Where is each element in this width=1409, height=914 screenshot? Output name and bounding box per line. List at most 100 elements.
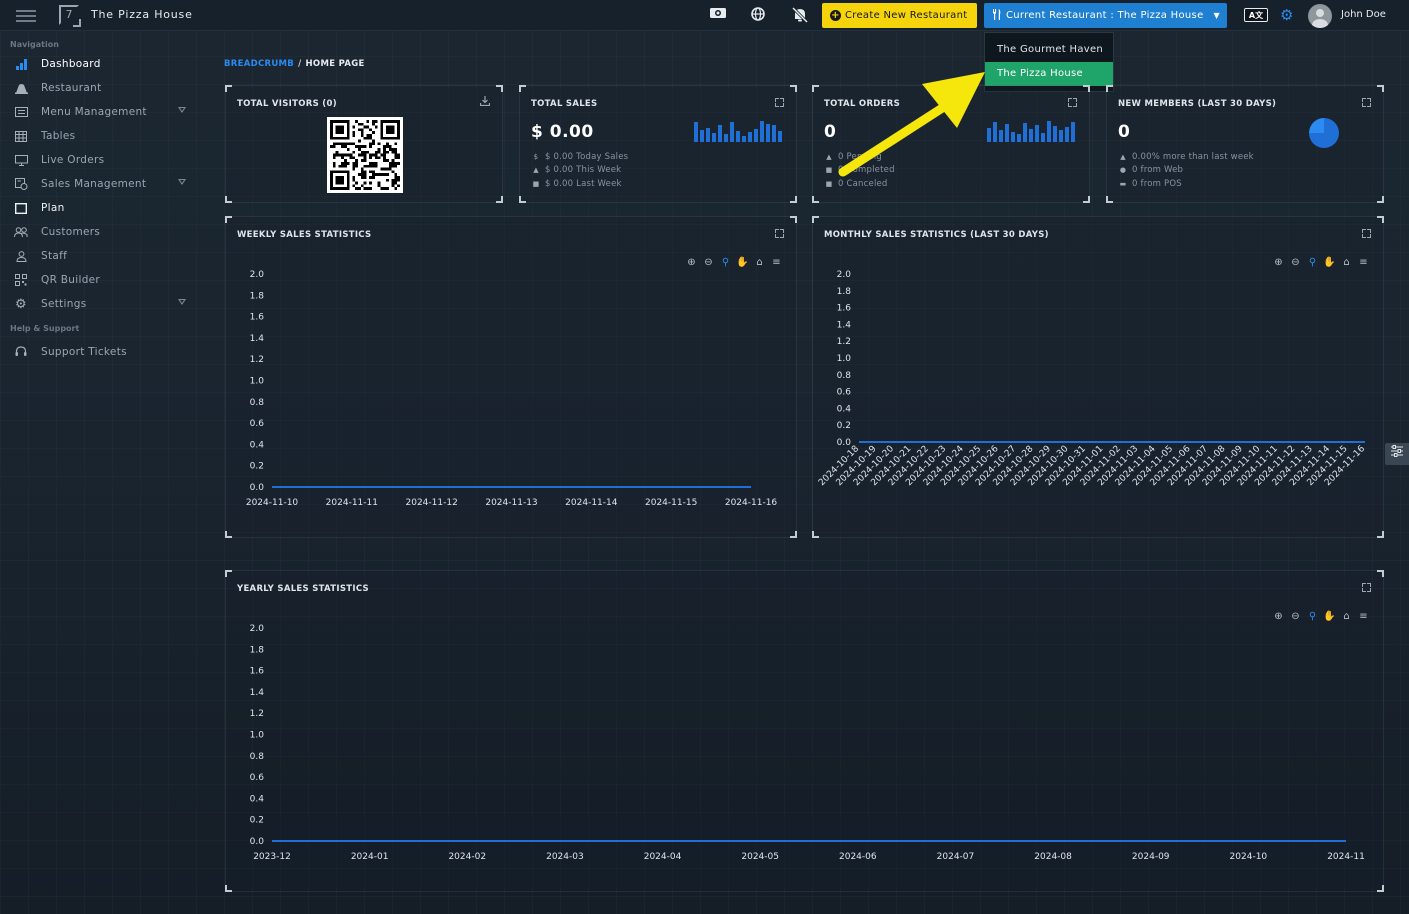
canceled-orders: 0 Canceled (838, 178, 888, 189)
chevron-down-icon[interactable] (178, 299, 186, 305)
x-tick-label: 2024-11-13 (485, 498, 537, 508)
completed-orders: 0 Completed (838, 165, 895, 176)
sidebar-item-support-tickets[interactable]: Support Tickets (0, 340, 200, 364)
user-name[interactable]: John Doe (1341, 9, 1386, 20)
filter-sliders-icon[interactable] (1385, 443, 1409, 465)
total-sales-value: $ 0.00 (531, 122, 594, 142)
y-tick-label: 0.2 (837, 421, 851, 431)
sidebar-item-live-orders[interactable]: Live Orders (0, 148, 200, 172)
orders-sparkline (987, 120, 1075, 142)
sidebar-item-label: Customers (41, 226, 101, 238)
dollar-icon: $ (533, 152, 539, 161)
x-tick-label: 2024-02 (448, 852, 486, 862)
breadcrumb-current: HOME PAGE (305, 59, 365, 69)
bell-off-icon[interactable] (791, 6, 809, 24)
utensils-icon (992, 8, 1002, 23)
sidebar-item-restaurant[interactable]: Restaurant (0, 76, 200, 100)
table-icon (14, 129, 28, 143)
y-tick-label: 1.2 (250, 355, 264, 365)
monitor-icon (14, 153, 28, 167)
x-tick-label: 2024-11-14 (565, 498, 618, 508)
breadcrumb-link[interactable]: BREADCRUMB (224, 59, 294, 69)
menu-icon[interactable] (16, 10, 36, 22)
download-icon[interactable] (479, 96, 491, 109)
x-tick-label: 2024-11-11 (326, 498, 378, 508)
x-tick-label: 2024-11-16 (725, 498, 778, 508)
chevron-up-icon: ▲ (1120, 152, 1126, 161)
breadcrumb: BREADCRUMB / HOME PAGE (224, 59, 365, 69)
y-tick-label: 0.4 (250, 794, 265, 804)
sidebar-item-settings[interactable]: ⚙ Settings (0, 292, 200, 316)
current-restaurant-label: Current Restaurant : The Pizza House (1006, 10, 1204, 21)
y-tick-label: 0.8 (250, 398, 265, 408)
sidebar-item-qr-builder[interactable]: QR Builder (0, 268, 200, 292)
bar-chart-icon (14, 57, 28, 71)
x-tick-label: 2024-07 (937, 852, 975, 862)
bag-icon: ■ (532, 179, 540, 188)
y-tick-label: 1.6 (250, 667, 265, 677)
today-sales: $ 0.00 Today Sales (545, 151, 629, 162)
y-tick-label: 1.6 (837, 304, 852, 314)
sidebar-item-sales-management[interactable]: Sales Management (0, 172, 200, 196)
y-tick-label: 1.0 (250, 377, 265, 387)
sidebar-item-tables[interactable]: Tables (0, 124, 200, 148)
current-restaurant-button[interactable]: Current Restaurant : The Pizza House ▼ (984, 3, 1227, 28)
y-tick-label: 0.6 (837, 388, 852, 398)
y-tick-label: 1.8 (250, 645, 265, 655)
dropdown-item-pizza-house[interactable]: The Pizza House (985, 62, 1113, 86)
y-tick-label: 1.0 (250, 731, 265, 741)
globe-icon[interactable] (749, 7, 767, 23)
sidebar-item-label: Plan (41, 202, 65, 214)
expand-icon[interactable] (1068, 98, 1077, 107)
expand-icon[interactable] (775, 98, 784, 107)
members-card: NEW MEMBERS (LAST 30 DAYS) 0 ▲ 0.00% more… (1106, 85, 1384, 203)
chevron-down-icon[interactable] (178, 107, 186, 113)
create-restaurant-button[interactable]: + Create New Restaurant (822, 3, 977, 28)
sidebar-item-label: Tables (41, 130, 76, 142)
y-tick-label: 2.0 (250, 270, 265, 280)
week-sales: $ 0.00 This Week (545, 165, 622, 176)
chevron-up-icon: ▲ (826, 152, 832, 161)
orders-details: ▲ 0 Pending ■ 0 Completed ■ 0 Canceled (825, 150, 895, 191)
expand-icon[interactable] (1362, 98, 1371, 107)
members-from-web: 0 from Web (1132, 165, 1184, 176)
orders-card: TOTAL ORDERS 0 ▲ 0 Pending ■ 0 Completed ■… (812, 85, 1090, 203)
sidebar-item-customers[interactable]: Customers (0, 220, 200, 244)
plus-icon: + (830, 10, 841, 21)
members-growth: 0.00% more than last week (1132, 151, 1254, 162)
sidebar-item-label: Menu Management (41, 106, 147, 118)
create-restaurant-label: Create New Restaurant (845, 10, 968, 21)
total-orders-value: 0 (824, 122, 837, 142)
camera-icon[interactable] (709, 7, 727, 23)
chevron-down-icon[interactable] (178, 179, 186, 185)
y-tick-label: 1.4 (250, 334, 265, 344)
user-icon (14, 249, 28, 263)
customers-icon (14, 225, 28, 239)
visitors-card: TOTAL VISITORS (0) (225, 85, 503, 203)
x-tick-label: 2024-05 (741, 852, 779, 862)
language-badge[interactable]: A文 (1244, 8, 1268, 22)
weekly-sales-chart: 2.0 1.8 1.6 1.4 1.2 1.0 0.8 0.6 0.4 0.2 0.0 2024-11… (246, 270, 778, 508)
yearly-sales-chart: 2.0 1.8 1.6 1.4 1.2 1.0 0.8 0.6 0.4 0.2 0.0 2023-12… (250, 624, 1365, 862)
dropdown-item-gourmet-haven[interactable]: The Gourmet Haven (985, 38, 1113, 62)
sidebar-item-dashboard[interactable]: Dashboard (0, 52, 200, 76)
y-tick-label: 1.4 (250, 688, 265, 698)
x-tick-label: 2024-11-15 (645, 498, 697, 508)
nav-section-label: Navigation (10, 40, 59, 49)
y-tick-label: 0.4 (837, 404, 852, 414)
pending-orders: 0 Pending (838, 151, 882, 162)
sidebar-item-plan[interactable]: Plan (0, 196, 200, 220)
sidebar-item-label: Restaurant (41, 82, 102, 94)
breadcrumb-separator: / (298, 59, 302, 69)
card-title: NEW MEMBERS (LAST 30 DAYS) (1118, 99, 1277, 109)
sidebar-item-staff[interactable]: Staff (0, 244, 200, 268)
sidebar-item-menu-management[interactable]: Menu Management (0, 100, 200, 124)
members-pie-chart (1309, 118, 1339, 148)
restaurant-dropdown: The Gourmet Haven The Pizza House (984, 32, 1114, 92)
avatar[interactable] (1308, 4, 1332, 28)
monthly-sales-card: MONTHLY SALES STATISTICS (LAST 30 DAYS) … (812, 216, 1384, 538)
y-tick-label: 0.6 (250, 419, 265, 429)
bag-icon: ■ (825, 166, 833, 175)
settings-icon[interactable]: ⚙ (1280, 7, 1293, 23)
list-icon (14, 105, 28, 119)
